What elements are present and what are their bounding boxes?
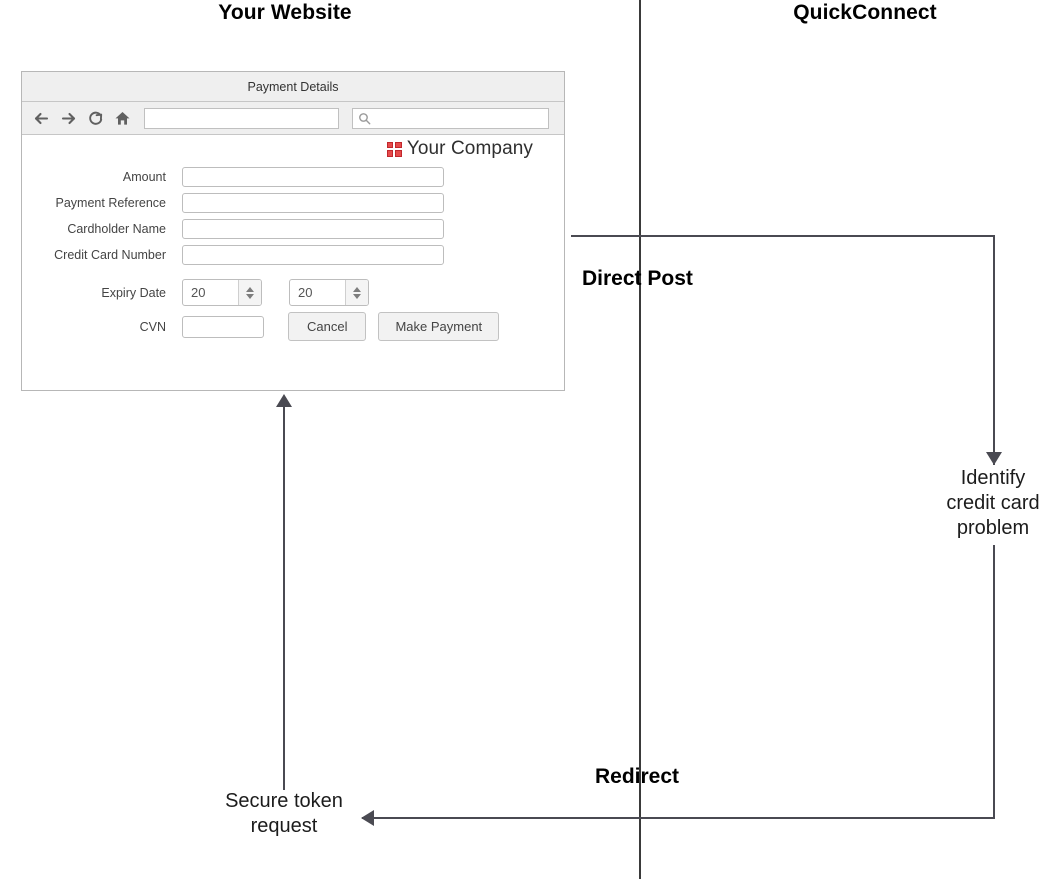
four-squares-logo-icon [386,141,402,157]
flow-label-redirect: Redirect [595,765,680,788]
form-row-payment-reference: Payment Reference [22,193,564,213]
expiry-year-stepper-arrows[interactable] [345,280,368,305]
chevron-down-icon[interactable] [246,293,254,299]
connector-direct-post-horizontal [571,235,995,237]
connector-secure-token-vertical [283,404,285,790]
browser-toolbar [22,102,564,135]
search-icon [359,112,371,124]
form-row-expiry-date: Expiry Date 20 20 [22,279,564,306]
arrowhead-secure-token [276,394,292,407]
browser-window: Payment Details Your Company Amount Paym… [21,71,565,391]
cardholder-name-input[interactable] [182,219,444,239]
connector-redirect-vertical [993,545,995,819]
make-payment-button[interactable]: Make Payment [378,312,500,341]
search-input[interactable] [352,107,549,129]
expiry-year-value: 20 [298,285,313,300]
flow-label-direct-post: Direct Post [582,267,693,290]
lane-divider [639,0,641,879]
expiry-date-label: Expiry Date [101,285,166,300]
lane-title-your-website: Your Website [218,1,352,24]
expiry-year-stepper[interactable]: 20 [289,279,369,306]
note-identify-line-3: problem [956,517,1030,539]
note-identify-line-2: credit card [946,492,1040,514]
chevron-up-icon[interactable] [353,286,361,292]
chevron-up-icon[interactable] [246,286,254,292]
cardholder-name-label: Cardholder Name [67,222,166,236]
form-row-credit-card-number: Credit Card Number [22,245,564,265]
note-secure-token-request: Secure token request [194,789,374,839]
browser-content: Your Company Amount Payment Reference Ca… [22,135,564,390]
browser-window-title: Payment Details [247,79,339,94]
company-name: Your Company [406,138,533,159]
cvn-label: CVN [139,319,166,334]
home-icon[interactable] [109,106,136,130]
diagram-canvas: Your Website QuickConnect Payment Detail… [0,0,1063,879]
form-row-amount: Amount [22,167,564,187]
amount-input[interactable] [182,167,444,187]
arrowhead-direct-post [986,452,1002,465]
connector-redirect-horizontal [362,817,995,819]
cancel-button[interactable]: Cancel [288,312,367,341]
expiry-month-stepper-arrows[interactable] [238,280,261,305]
form-action-buttons: Cancel Make Payment [288,312,500,341]
amount-label: Amount [122,170,166,184]
credit-card-number-input[interactable] [182,245,444,265]
lane-title-quickconnect: QuickConnect [793,1,937,24]
note-secure-token-line-2: request [250,815,318,837]
expiry-month-stepper[interactable]: 20 [182,279,262,306]
forward-arrow-icon[interactable] [55,106,82,130]
payment-form: Amount Payment Reference Cardholder Name… [22,167,564,347]
payment-reference-label: Payment Reference [55,196,166,210]
credit-card-number-label: Credit Card Number [54,248,166,262]
note-identify-line-1: Identify [960,467,1026,489]
url-input[interactable] [144,107,339,129]
form-row-cardholder-name: Cardholder Name [22,219,564,239]
payment-reference-input[interactable] [182,193,444,213]
expiry-month-value: 20 [191,285,206,300]
form-row-cvn: CVN Cancel Make Payment [22,312,564,341]
browser-titlebar: Payment Details [22,72,564,102]
note-secure-token-line-1: Secure token [225,790,343,812]
cvn-input[interactable] [182,315,264,338]
chevron-down-icon[interactable] [353,293,361,299]
connector-direct-post-vertical [993,235,995,465]
company-brand: Your Company [386,138,533,160]
reload-icon[interactable] [82,106,109,130]
note-identify-credit-card-problem: Identify credit card problem [912,466,1063,541]
back-arrow-icon[interactable] [28,106,55,130]
